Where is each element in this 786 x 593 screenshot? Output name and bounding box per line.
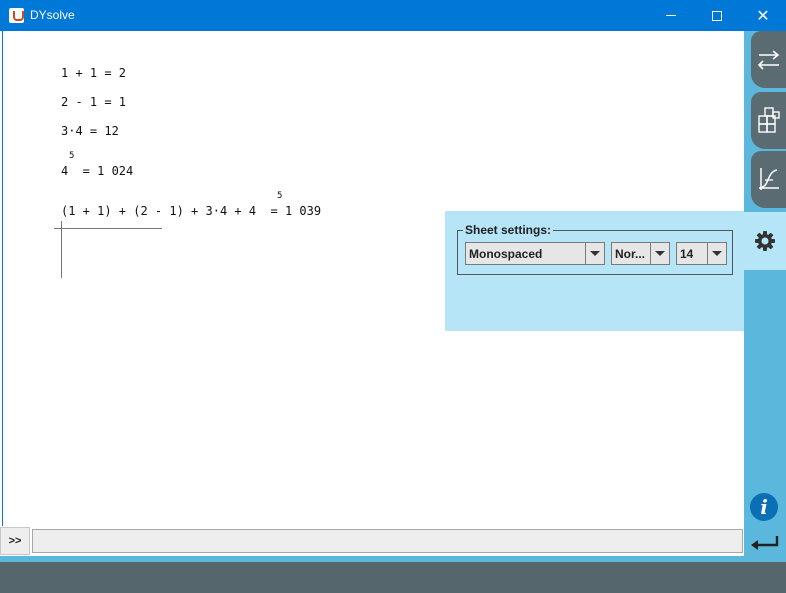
exponent-line-5: 5 — [277, 191, 283, 201]
sidebar-tab-arrows[interactable] — [751, 31, 786, 88]
table-grid-icon — [757, 106, 780, 133]
math-line-4[interactable]: 4 = 1 024 — [61, 164, 133, 178]
minimize-button[interactable] — [648, 0, 694, 31]
chevron-down-icon[interactable] — [650, 243, 669, 264]
java-app-icon — [9, 8, 24, 23]
right-sidebar: i — [744, 31, 786, 562]
exponent-line-4: 5 — [69, 151, 75, 161]
maximize-icon — [712, 10, 722, 21]
font-family-select[interactable]: Monospaced — [465, 242, 605, 265]
input-cursor-horizontal — [54, 228, 162, 229]
sidebar-tab-graph[interactable] — [751, 151, 786, 208]
math-line-2[interactable]: 2 - 1 = 1 — [61, 95, 126, 109]
input-cursor-vertical — [61, 221, 62, 278]
font-size-value: 14 — [680, 247, 694, 261]
status-bar — [0, 562, 786, 593]
command-bar: >> — [0, 526, 744, 556]
sheet-settings-panel: Sheet settings: Monospaced Nor... 14 — [445, 211, 745, 331]
maximize-button[interactable] — [694, 0, 740, 31]
math-line-1[interactable]: 1 + 1 = 2 — [61, 66, 126, 80]
close-icon: ✕ — [756, 7, 770, 25]
font-style-select[interactable]: Nor... — [611, 242, 670, 265]
math-line-5[interactable]: (1 + 1) + (2 - 1) + 3·4 + 4 = 1 039 — [61, 204, 321, 218]
command-prompt-label: >> — [0, 527, 30, 555]
exchange-arrows-icon — [757, 49, 779, 70]
sheet-settings-group: Sheet settings: Monospaced Nor... 14 — [457, 223, 733, 275]
window-title: DYsolve — [30, 8, 75, 22]
gear-icon — [755, 231, 775, 251]
command-input[interactable] — [32, 529, 743, 553]
enter-arrow-icon — [751, 536, 779, 550]
close-button[interactable]: ✕ — [740, 0, 786, 31]
chevron-down-icon[interactable] — [585, 243, 604, 264]
enter-button[interactable] — [744, 527, 786, 557]
title-bar: DYsolve ✕ — [0, 0, 786, 31]
chevron-down-icon[interactable] — [707, 243, 726, 264]
info-icon[interactable]: i — [750, 493, 778, 521]
font-style-value: Nor... — [615, 247, 646, 261]
font-size-select[interactable]: 14 — [676, 242, 727, 265]
graph-plot-icon — [758, 167, 779, 190]
font-family-value: Monospaced — [469, 247, 543, 261]
sidebar-tab-table[interactable] — [751, 92, 786, 149]
sheet-settings-legend: Sheet settings: — [463, 223, 554, 237]
math-line-3[interactable]: 3·4 = 12 — [61, 124, 119, 138]
sidebar-tab-settings[interactable] — [744, 212, 786, 270]
minimize-icon — [666, 15, 676, 16]
